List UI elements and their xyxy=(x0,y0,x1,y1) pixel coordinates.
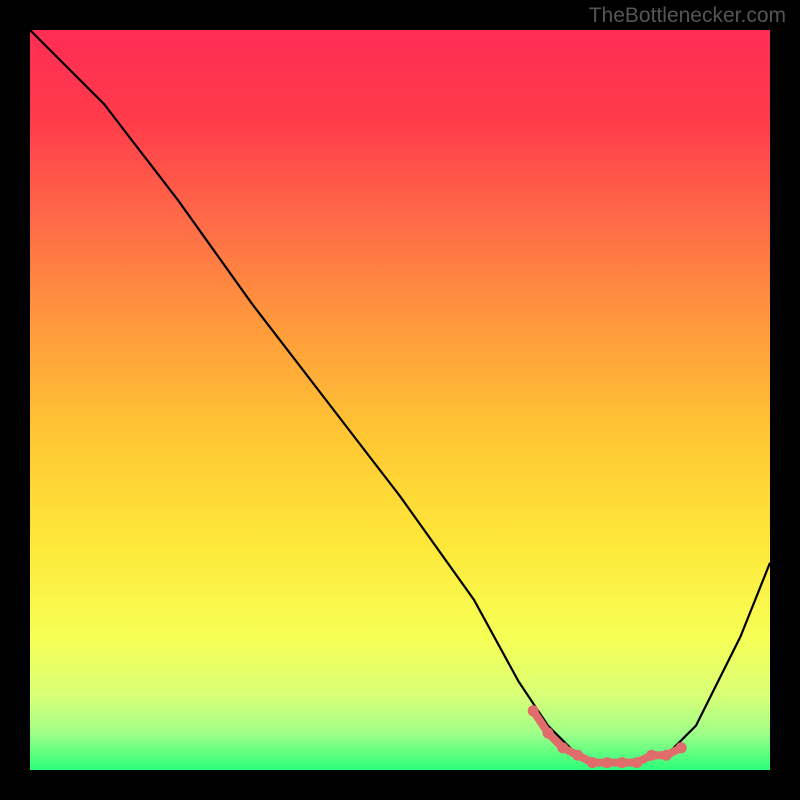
marker-dot xyxy=(617,757,628,768)
marker-dot xyxy=(543,728,554,739)
marker-dot xyxy=(572,750,583,761)
marker-dot xyxy=(646,750,657,761)
marker-dot xyxy=(661,750,672,761)
marker-dot xyxy=(557,742,568,753)
marker-dot xyxy=(602,757,613,768)
marker-dot xyxy=(676,742,687,753)
watermark-text: TheBottlenecker.com xyxy=(589,4,786,28)
chart-background xyxy=(30,30,770,770)
marker-dot xyxy=(631,757,642,768)
marker-dot xyxy=(587,757,598,768)
chart-container xyxy=(30,30,770,770)
marker-dot xyxy=(528,705,539,716)
chart-svg xyxy=(30,30,770,770)
